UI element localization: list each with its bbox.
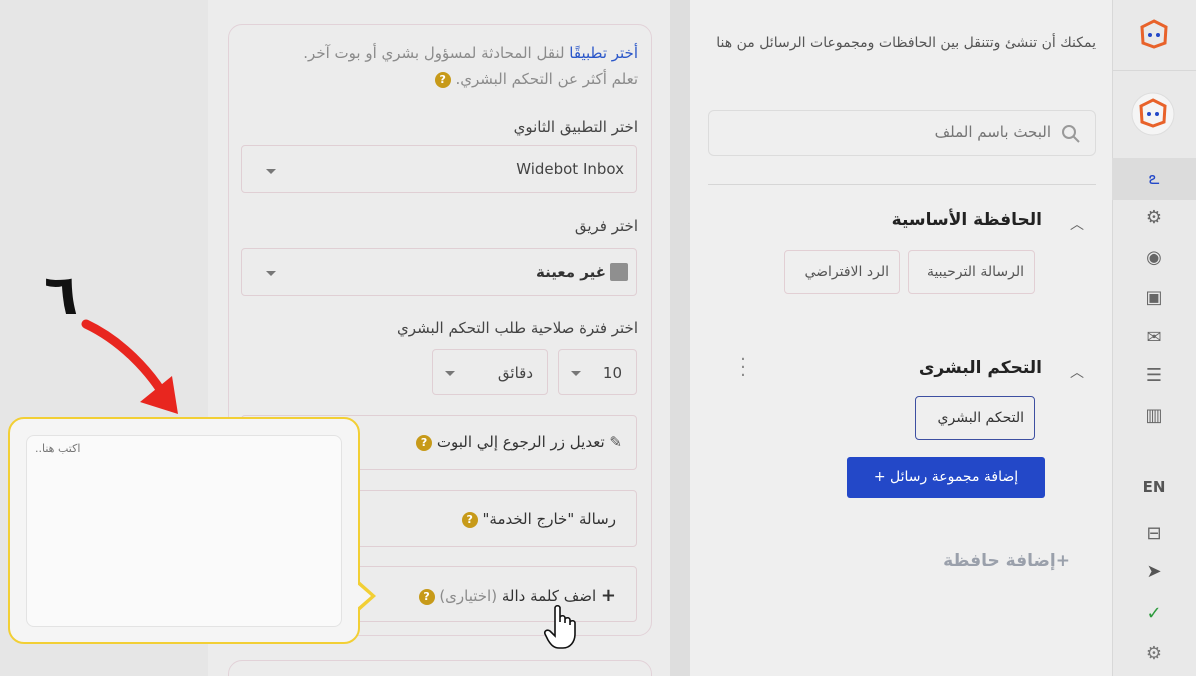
language-switch[interactable]: EN	[1130, 478, 1178, 496]
human-control-title[interactable]: التحكم البشرى	[820, 358, 1042, 378]
next-card	[228, 660, 652, 676]
chevron-down-icon	[266, 271, 276, 276]
validity-number-select[interactable]: 10	[558, 349, 637, 395]
secondary-app-select[interactable]: Widebot Inbox	[241, 145, 637, 193]
plus-icon: +	[1055, 551, 1070, 571]
wallet-icon[interactable]: ⊟	[1142, 522, 1166, 546]
chevron-up-icon[interactable]: ︿	[1070, 214, 1084, 234]
chevron-down-icon	[571, 371, 581, 376]
team-value: غير معينة	[535, 263, 606, 281]
flows-description: يمكنك أن تنشئ وتتنقل بين الحافظات ومجموع…	[716, 35, 1096, 51]
add-message-group-button[interactable]: + إضافة مجموعة رسائل	[847, 457, 1045, 498]
widebot-logo-icon[interactable]	[1138, 18, 1170, 50]
bot-avatar-icon[interactable]	[1131, 92, 1175, 136]
team-select[interactable]: غير معينة	[241, 248, 637, 296]
edit-back-button-label: تعديل زر الرجوع إلي البوت	[436, 433, 605, 451]
divider	[708, 184, 1096, 185]
secondary-app-label: اختر التطبيق الثانوي	[513, 118, 638, 136]
tasks-icon[interactable]: ☰	[1142, 364, 1166, 388]
keyword-textarea[interactable]	[26, 435, 342, 627]
secondary-app-value: Widebot Inbox	[516, 160, 624, 178]
choose-app-link[interactable]: أختر تطبيقًا	[569, 44, 638, 62]
default-reply-chip[interactable]: الرد الافتراضي	[784, 250, 900, 294]
add-folder-link[interactable]: +إضافة حافظة	[910, 551, 1070, 571]
out-of-service-label: رسالة "خارج الخدمة"	[482, 510, 616, 528]
contacts-icon[interactable]: ▣	[1142, 286, 1166, 310]
ai-brain-icon[interactable]: ⚙	[1142, 206, 1166, 230]
popup-pointer-inner	[356, 583, 371, 609]
panel-divider	[670, 0, 690, 676]
more-options-icon[interactable]: · · ·	[738, 351, 748, 385]
file-search-input[interactable]	[751, 123, 1051, 141]
sidebar-item-flows[interactable]: ఽ	[1112, 158, 1196, 200]
team-color-icon	[610, 263, 628, 281]
help-icon[interactable]: ?	[418, 588, 435, 605]
help-icon[interactable]: ?	[416, 434, 433, 451]
chevron-up-icon[interactable]: ︿	[1070, 362, 1084, 382]
validity-unit-select[interactable]: دقائق	[432, 349, 548, 395]
publish-icon[interactable]: ➤	[1142, 560, 1166, 584]
help-icon[interactable]: ?	[461, 511, 478, 528]
chevron-down-icon	[445, 371, 455, 376]
arrow-annotation-icon	[81, 319, 178, 414]
welcome-message-chip[interactable]: الرسالة الترحيبية	[908, 250, 1035, 294]
step-number: ٦	[44, 263, 79, 328]
hand-cursor-icon	[544, 604, 576, 649]
settings-gear-icon[interactable]: ⚙	[1142, 642, 1166, 666]
plus-icon: +	[600, 585, 616, 606]
help-icon[interactable]: ?	[434, 71, 451, 88]
validity-label: اختر فترة صلاحية طلب التحكم البشري	[397, 319, 638, 337]
flows-panel	[690, 0, 1112, 676]
broadcast-icon[interactable]: ◉	[1142, 246, 1166, 270]
chevron-down-icon	[266, 169, 276, 174]
optional-label: (اختيارى)	[439, 587, 498, 605]
pencil-icon: ✎	[609, 433, 622, 451]
add-keyword-label: اضف كلمة دالة	[501, 587, 597, 605]
file-search-box[interactable]	[708, 110, 1096, 156]
team-label: اختر فريق	[574, 217, 638, 235]
sidebar-divider	[1112, 70, 1196, 71]
human-control-chip[interactable]: التحكم البشري	[915, 396, 1035, 440]
check-icon[interactable]: ✓	[1142, 602, 1166, 626]
validity-number: 10	[602, 364, 622, 382]
analytics-icon[interactable]: ▥	[1142, 404, 1166, 428]
intro-text: أختر تطبيقًا لنقل المحادثة لمسؤول بشري أ…	[303, 44, 638, 88]
main-folder-title[interactable]: الحافظة الأساسية	[820, 210, 1042, 230]
learn-more-text: تعلم أكثر عن التحكم البشري.	[455, 70, 638, 88]
plus-icon: +	[873, 469, 886, 485]
validity-unit: دقائق	[497, 364, 533, 382]
flow-icon: ఽ	[1148, 168, 1160, 189]
mail-icon[interactable]: ✉	[1142, 326, 1166, 350]
search-icon	[1062, 125, 1080, 143]
